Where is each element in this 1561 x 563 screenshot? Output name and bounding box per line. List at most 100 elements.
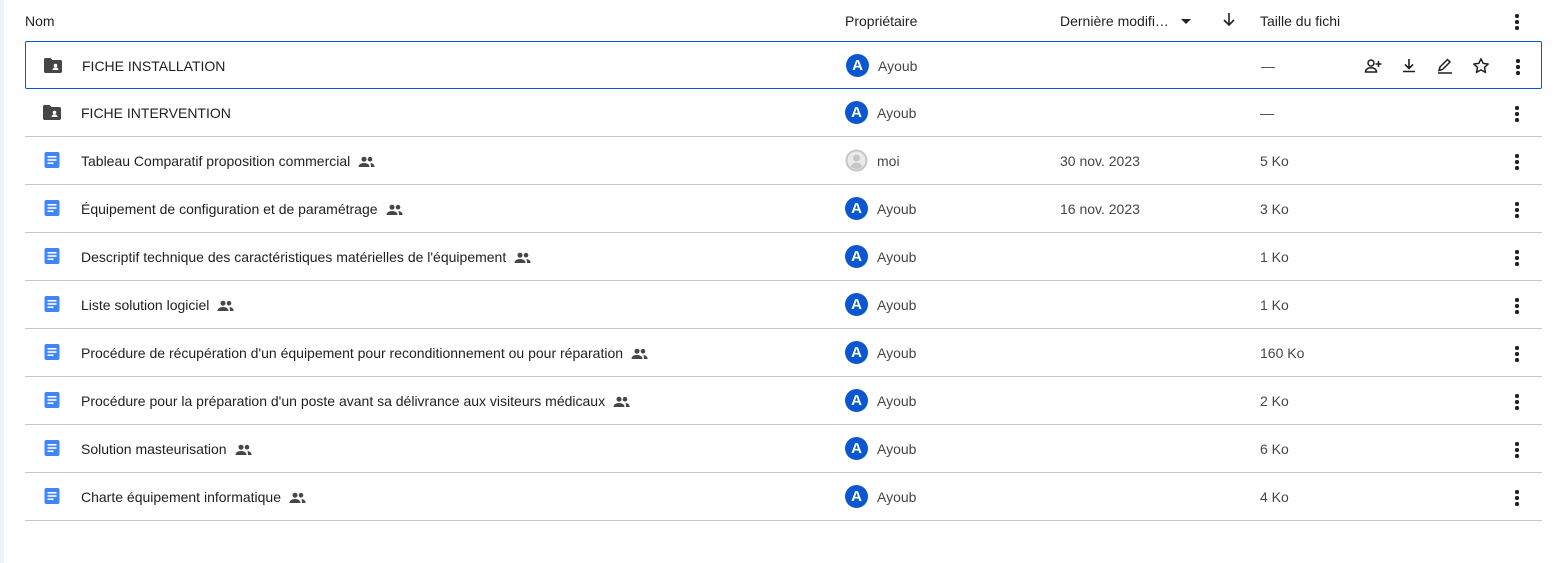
file-name[interactable]: Procédure de récupération d'un équipemen… (81, 345, 648, 361)
download-icon[interactable] (1399, 56, 1419, 76)
column-header-modified[interactable]: Dernière modifi… (1060, 13, 1191, 29)
more-actions-button[interactable] (1507, 439, 1527, 459)
file-size: 4 Ko (1260, 489, 1289, 505)
avatar: A (845, 197, 868, 220)
file-name[interactable]: Descriptif technique des caractéristique… (81, 249, 531, 265)
owner-cell: A Ayoub (845, 485, 916, 508)
more-actions-button[interactable] (1507, 295, 1527, 315)
more-actions-button[interactable] (1507, 343, 1527, 363)
more-vert-icon (1507, 487, 1527, 506)
file-name[interactable]: Équipement de configuration et de paramé… (81, 201, 403, 217)
google-doc-icon (43, 391, 61, 409)
shared-people-icon (514, 251, 531, 263)
owner-name: moi (877, 152, 900, 169)
file-name[interactable]: FICHE INSTALLATION (82, 58, 225, 74)
owner-cell: A Ayoub (845, 245, 916, 268)
owner-name: Ayoub (877, 104, 917, 121)
column-header-size[interactable]: Taille du fichi (1260, 13, 1342, 29)
file-size: 1 Ko (1260, 297, 1289, 313)
file-name[interactable]: FICHE INTERVENTION (81, 105, 231, 121)
modified-date: 30 nov. 2023 (1060, 153, 1140, 169)
owner-cell: A Ayoub (845, 293, 916, 316)
google-doc-icon (43, 247, 61, 265)
file-size: 160 Ko (1260, 345, 1305, 361)
sort-direction-button[interactable] (1221, 11, 1237, 32)
row-actions (1363, 56, 1491, 76)
file-name-label: FICHE INTERVENTION (81, 105, 231, 121)
owner-name: Ayoub (877, 296, 917, 313)
avatar (845, 149, 868, 172)
table-row[interactable]: FICHE INTERVENTION A Ayoub — (25, 89, 1542, 137)
table-row[interactable]: Tableau Comparatif proposition commercia… (25, 137, 1542, 185)
more-vert-icon (1508, 56, 1528, 75)
owner-name: Ayoub (878, 57, 918, 74)
table-row[interactable]: Procédure de récupération d'un équipemen… (25, 329, 1542, 377)
owner-cell: A Ayoub (845, 197, 916, 220)
star-icon[interactable] (1471, 56, 1491, 76)
table-row[interactable]: Liste solution logiciel A Ayoub 1 Ko (25, 281, 1542, 329)
avatar: A (845, 341, 868, 364)
file-name-label: Charte équipement informatique (81, 489, 282, 505)
left-edge (0, 0, 4, 563)
file-name-label: Solution masteurisation (81, 441, 227, 457)
owner-cell: A Ayoub (845, 341, 916, 364)
avatar: A (845, 485, 868, 508)
file-name-label: Liste solution logiciel (81, 297, 210, 313)
table-row[interactable]: Procédure pour la préparation d'un poste… (25, 377, 1542, 425)
column-options-button[interactable] (1507, 11, 1527, 30)
owner-cell: A Ayoub (845, 389, 916, 412)
avatar: A (845, 389, 868, 412)
file-size: — (1260, 105, 1274, 121)
more-actions-button[interactable] (1507, 391, 1527, 411)
file-name[interactable]: Procédure pour la préparation d'un poste… (81, 393, 630, 409)
more-actions-button[interactable] (1507, 487, 1527, 507)
file-size: 1 Ko (1260, 249, 1289, 265)
share-icon[interactable] (1363, 56, 1383, 76)
arrow-down-icon (1223, 13, 1235, 27)
file-name[interactable]: Charte équipement informatique (81, 489, 306, 505)
google-doc-icon (43, 295, 61, 313)
more-vert-icon (1507, 11, 1527, 30)
more-vert-icon (1507, 343, 1527, 362)
file-name[interactable]: Solution masteurisation (81, 441, 252, 457)
shared-people-icon (217, 299, 235, 311)
owner-name: Ayoub (877, 392, 917, 409)
file-size: — (1261, 58, 1275, 74)
file-name-label: FICHE INSTALLATION (82, 58, 226, 74)
owner-cell: moi (845, 149, 900, 172)
table-row[interactable]: FICHE INSTALLATION A Ayoub — (25, 41, 1542, 89)
column-header-name[interactable]: Nom (25, 13, 55, 29)
file-name-label: Descriptif technique des caractéristique… (81, 249, 507, 265)
file-name[interactable]: Liste solution logiciel (81, 297, 235, 313)
table-row[interactable]: Solution masteurisation A Ayoub 6 Ko (25, 425, 1542, 473)
file-name[interactable]: Tableau Comparatif proposition commercia… (81, 153, 375, 169)
more-actions-button[interactable] (1508, 56, 1528, 76)
more-actions-button[interactable] (1507, 199, 1527, 219)
rename-icon[interactable] (1435, 56, 1455, 76)
chevron-down-icon (1180, 19, 1191, 24)
avatar: A (845, 437, 868, 460)
shared-people-icon (613, 395, 630, 407)
more-actions-button[interactable] (1507, 151, 1527, 171)
column-header-owner[interactable]: Propriétaire (845, 13, 917, 29)
table-row[interactable]: Descriptif technique des caractéristique… (25, 233, 1542, 281)
owner-cell: A Ayoub (846, 54, 917, 77)
file-list: Nom Propriétaire Dernière modifi… Taille… (25, 0, 1542, 521)
more-actions-button[interactable] (1507, 247, 1527, 267)
owner-name: Ayoub (877, 200, 917, 217)
shared-people-icon (386, 203, 403, 215)
more-vert-icon (1507, 439, 1527, 458)
avatar: A (846, 54, 869, 77)
table-row[interactable]: Charte équipement informatique A Ayoub 4 Ko (25, 473, 1542, 521)
more-actions-button[interactable] (1507, 103, 1527, 123)
shared-folder-icon (43, 57, 62, 75)
owner-cell: A Ayoub (845, 437, 916, 460)
more-vert-icon (1507, 295, 1527, 314)
table-row[interactable]: Équipement de configuration et de paramé… (25, 185, 1542, 233)
google-doc-icon (43, 343, 61, 361)
shared-folder-icon (42, 104, 61, 122)
google-doc-icon (43, 151, 61, 169)
column-header-modified-label: Dernière modifi… (1060, 13, 1169, 29)
more-vert-icon (1507, 151, 1527, 170)
owner-name: Ayoub (877, 248, 917, 265)
